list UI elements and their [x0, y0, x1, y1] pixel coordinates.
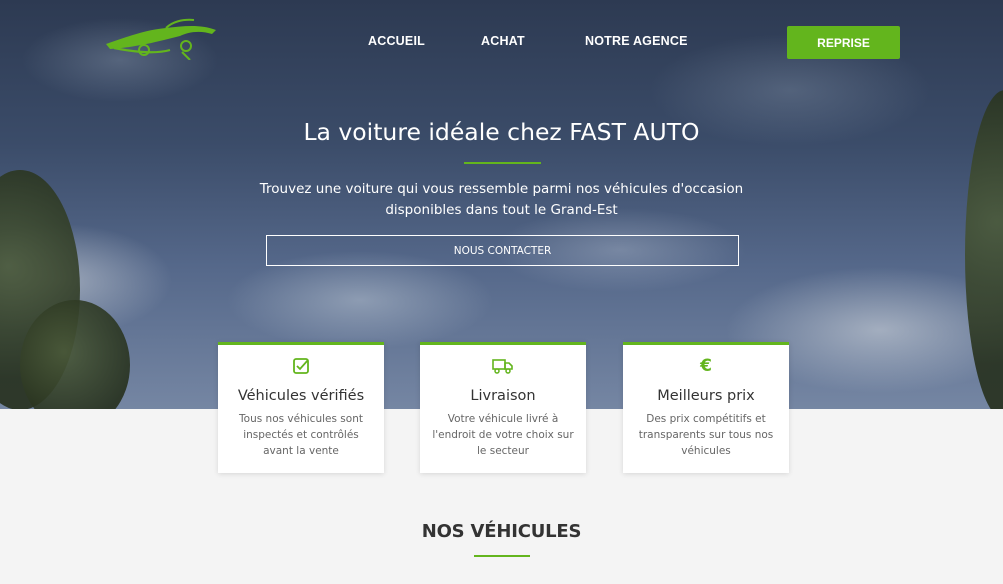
hero-title-underline [464, 162, 541, 164]
feature-card-prices: € Meilleurs prix Des prix compétitifs et… [623, 342, 789, 473]
feature-description: Des prix compétitifs et transparents sur… [633, 411, 779, 459]
feature-description-line: le secteur [477, 445, 529, 457]
feature-description-line: transparents sur tous nos [638, 429, 774, 441]
feature-description-line: Tous nos véhicules sont [239, 413, 363, 425]
check-square-icon [293, 358, 309, 374]
feature-description-line: Votre véhicule livré à [447, 413, 559, 425]
feature-description: Votre véhicule livré à l'endroit de votr… [430, 411, 576, 459]
truck-icon [492, 359, 513, 374]
contact-button[interactable]: NOUS CONTACTER [266, 235, 739, 266]
hero-subtitle: Trouvez une voiture qui vous ressemble p… [250, 179, 753, 221]
hero-subtitle-line-1: Trouvez une voiture qui vous ressemble p… [259, 181, 744, 197]
feature-description-line: avant la vente [263, 445, 339, 457]
section-title-vehicles: NOS VÉHICULES [421, 521, 582, 542]
feature-card-delivery: Livraison Votre véhicule livré à l'endro… [420, 342, 586, 473]
hero-title: La voiture idéale chez FAST AUTO [303, 118, 700, 146]
feature-description-line: inspectés et contrôlés [243, 429, 359, 441]
nav-notre-agence[interactable]: NOTRE AGENCE [585, 34, 688, 48]
feature-description-line: l'endroit de votre choix sur [432, 429, 574, 441]
nav-achat[interactable]: ACHAT [481, 34, 525, 48]
feature-title: Livraison [470, 388, 536, 404]
feature-description-line: Des prix compétitifs et [646, 413, 766, 425]
hero-subtitle-line-2: disponibles dans tout le Grand-Est [385, 202, 618, 218]
feature-title: Meilleurs prix [657, 388, 755, 404]
feature-title: Véhicules vérifiés [237, 388, 365, 404]
feature-description: Tous nos véhicules sont inspectés et con… [228, 411, 374, 459]
section-title-underline [474, 555, 530, 557]
euro-icon: € [700, 356, 712, 376]
nav-accueil[interactable]: ACCUEIL [368, 34, 425, 48]
feature-card-verified: Véhicules vérifiés Tous nos véhicules so… [218, 342, 384, 473]
reprise-button[interactable]: REPRISE [787, 26, 900, 59]
logo[interactable] [104, 16, 220, 60]
feature-description-line: véhicules [681, 445, 731, 457]
